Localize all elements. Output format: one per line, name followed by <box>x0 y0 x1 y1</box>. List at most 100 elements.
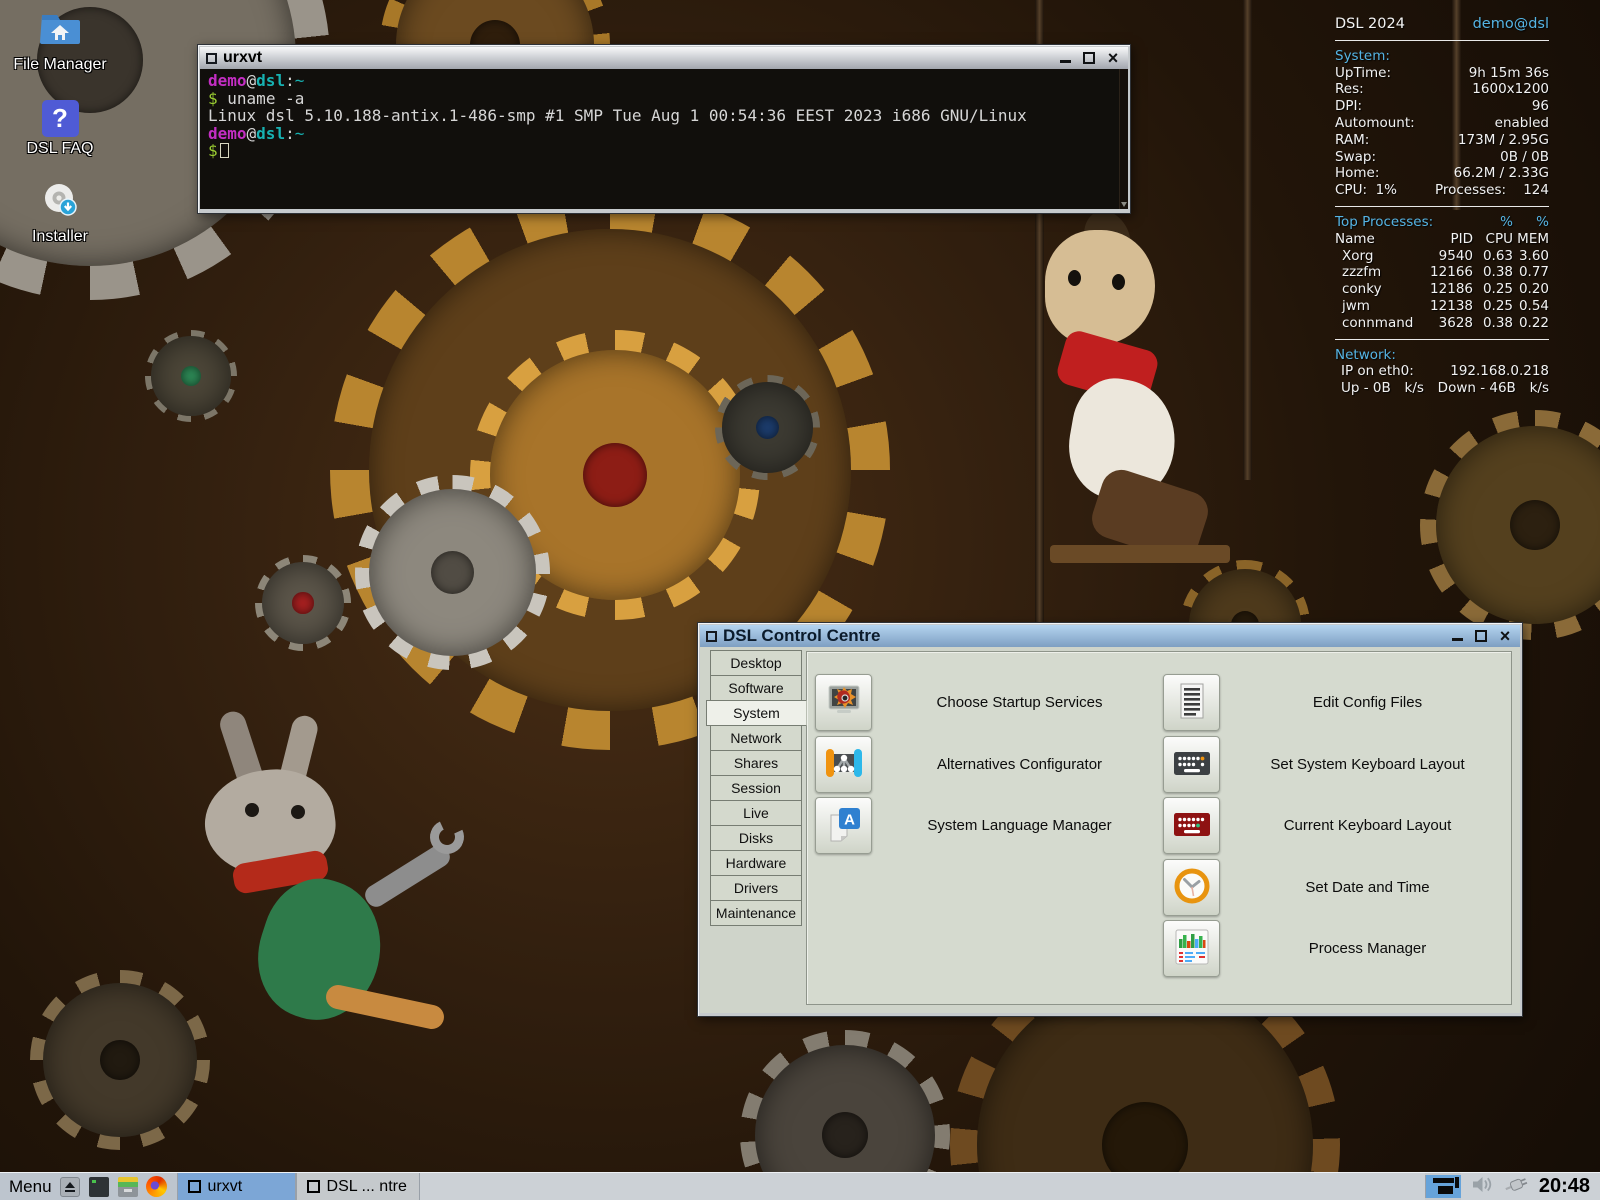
terminal-launcher-button[interactable] <box>88 1176 110 1198</box>
stat-value: 1600x1200 <box>1472 81 1549 98</box>
net-speed-row: Up - 0Bk/s Down - 46Bk/s <box>1335 380 1549 397</box>
volume-icon[interactable] <box>1471 1175 1494 1199</box>
control-centre-title: DSL Control Centre <box>723 626 1442 646</box>
item-label: Edit Config Files <box>1220 694 1515 711</box>
stat-value: enabled <box>1495 115 1549 132</box>
taskbar-clock: 20:48 <box>1539 1175 1590 1198</box>
task-label: DSL ... ntre <box>327 1178 407 1196</box>
close-button[interactable]: × <box>1496 628 1514 644</box>
gear-decoration <box>715 375 820 480</box>
control-centre-titlebar[interactable]: DSL Control Centre × <box>700 625 1520 647</box>
conky-system-header: System: <box>1335 48 1549 65</box>
current-keyboard-button[interactable] <box>1163 797 1220 854</box>
process-row: zzzfm121660.380.77 <box>1335 264 1549 281</box>
startup-services-item: Choose Startup Services <box>815 672 1167 734</box>
language-icon: A <box>824 804 864 847</box>
tab-system[interactable]: System <box>706 700 807 726</box>
panel-right-column: Edit Config Files Set System Keyboard La… <box>1163 672 1515 980</box>
maximize-button[interactable] <box>1080 50 1098 66</box>
terminal-cursor <box>220 143 229 158</box>
terminal-content[interactable]: demo@dsl:~ $ uname -a Linux dsl 5.10.188… <box>200 69 1128 209</box>
desktop-icon-label: File Manager <box>13 56 106 73</box>
item-label: Current Keyboard Layout <box>1220 817 1515 834</box>
terminal-cursor-line: $ <box>208 142 1120 160</box>
stat-value: 9h 15m 36s <box>1469 65 1549 82</box>
edit-config-button[interactable] <box>1163 674 1220 731</box>
item-label: Alternatives Configurator <box>872 756 1167 773</box>
minimize-button[interactable] <box>1448 628 1466 644</box>
stat-label: RAM: <box>1335 132 1369 149</box>
process-manager-item: Process Manager <box>1163 918 1515 980</box>
process-row: conky121860.250.20 <box>1335 281 1549 298</box>
item-label: System Language Manager <box>872 817 1167 834</box>
clock-icon <box>1172 866 1212 909</box>
task-button-urxvt[interactable]: urxvt <box>177 1173 296 1200</box>
tab-session[interactable]: Session <box>710 775 802 801</box>
gear-decoration <box>145 330 237 422</box>
task-button-control-centre[interactable]: DSL ... ntre <box>296 1173 420 1200</box>
stat-label: Res: <box>1335 81 1364 98</box>
terminal-scrollbar[interactable] <box>1119 69 1128 209</box>
divider <box>1335 339 1549 340</box>
character-swing-mouse <box>990 215 1270 635</box>
desktop-icon-installer[interactable]: Installer <box>2 180 118 246</box>
cpu-stat: CPU: 1% <box>1335 182 1397 199</box>
maximize-button[interactable] <box>1472 628 1490 644</box>
tab-live[interactable]: Live <box>710 800 802 826</box>
alternatives-button[interactable] <box>815 736 872 793</box>
terminal-titlebar[interactable]: urxvt × <box>200 47 1128 69</box>
conky-monitor: DSL 2024 demo@dsl System: UpTime:9h 15m … <box>1335 16 1549 397</box>
minimize-button[interactable] <box>1056 50 1074 66</box>
taskbar-empty-area <box>420 1173 1425 1200</box>
terminal-prompt-line: demo@dsl:~ <box>208 72 1120 90</box>
keyboard-red-icon <box>1172 804 1212 847</box>
terminal-icon <box>89 1177 109 1197</box>
tab-drivers[interactable]: Drivers <box>710 875 802 901</box>
folder-home-icon <box>2 8 118 53</box>
tab-shares[interactable]: Shares <box>710 750 802 776</box>
terminal-command-line: $ uname -a <box>208 90 1120 108</box>
network-plug-icon[interactable] <box>1503 1175 1530 1199</box>
system-tray: 20:48 <box>1461 1173 1600 1200</box>
alternatives-icon <box>824 743 864 786</box>
terminal-prompt-line: demo@dsl:~ <box>208 125 1120 143</box>
file-manager-launcher-button[interactable] <box>117 1176 139 1198</box>
terminal-window: urxvt × demo@dsl:~ $ uname -a Linux dsl … <box>197 44 1131 214</box>
desktop-pager[interactable] <box>1425 1175 1461 1198</box>
character-mechanic-mouse <box>175 745 455 1075</box>
stat-value: 66.2M / 2.33G <box>1454 165 1549 182</box>
desktop-icon-label: Installer <box>32 228 88 245</box>
tab-desktop[interactable]: Desktop <box>710 650 802 676</box>
keyboard-dark-icon <box>1172 743 1212 786</box>
tab-software[interactable]: Software <box>710 675 802 701</box>
language-manager-button[interactable]: A <box>815 797 872 854</box>
scroll-down-arrow-icon[interactable] <box>1121 202 1127 207</box>
gear-decoration <box>355 475 550 670</box>
process-manager-button[interactable] <box>1163 920 1220 977</box>
top-processes-header: Top Processes:%% <box>1335 214 1549 231</box>
file-cabinet-icon <box>118 1177 138 1197</box>
tab-network[interactable]: Network <box>710 725 802 751</box>
startup-services-button[interactable] <box>815 674 872 731</box>
desktop-icon-dsl-faq[interactable]: ? DSL FAQ <box>2 100 118 158</box>
process-row: jwm121380.250.54 <box>1335 298 1549 315</box>
process-row: Xorg95400.633.60 <box>1335 248 1549 265</box>
control-centre-window: DSL Control Centre × Desktop Software Sy… <box>697 622 1523 1017</box>
gear-decoration <box>255 555 351 651</box>
desktop-icon-file-manager[interactable]: File Manager <box>2 8 118 74</box>
stat-label: UpTime: <box>1335 65 1391 82</box>
tab-maintenance[interactable]: Maintenance <box>710 900 802 926</box>
close-button[interactable]: × <box>1104 50 1122 66</box>
tab-disks[interactable]: Disks <box>710 825 802 851</box>
browser-launcher-button[interactable] <box>146 1176 168 1198</box>
date-time-button[interactable] <box>1163 859 1220 916</box>
divider <box>1335 206 1549 207</box>
show-desktop-button[interactable] <box>59 1176 81 1198</box>
tab-hardware[interactable]: Hardware <box>710 850 802 876</box>
window-menu-icon[interactable] <box>706 631 717 642</box>
terminal-output-line: Linux dsl 5.10.188-antix.1-486-smp #1 SM… <box>208 107 1120 125</box>
menu-button[interactable]: Menu <box>9 1177 52 1197</box>
window-menu-icon[interactable] <box>206 53 217 64</box>
system-keyboard-button[interactable] <box>1163 736 1220 793</box>
window-icon <box>307 1180 320 1193</box>
